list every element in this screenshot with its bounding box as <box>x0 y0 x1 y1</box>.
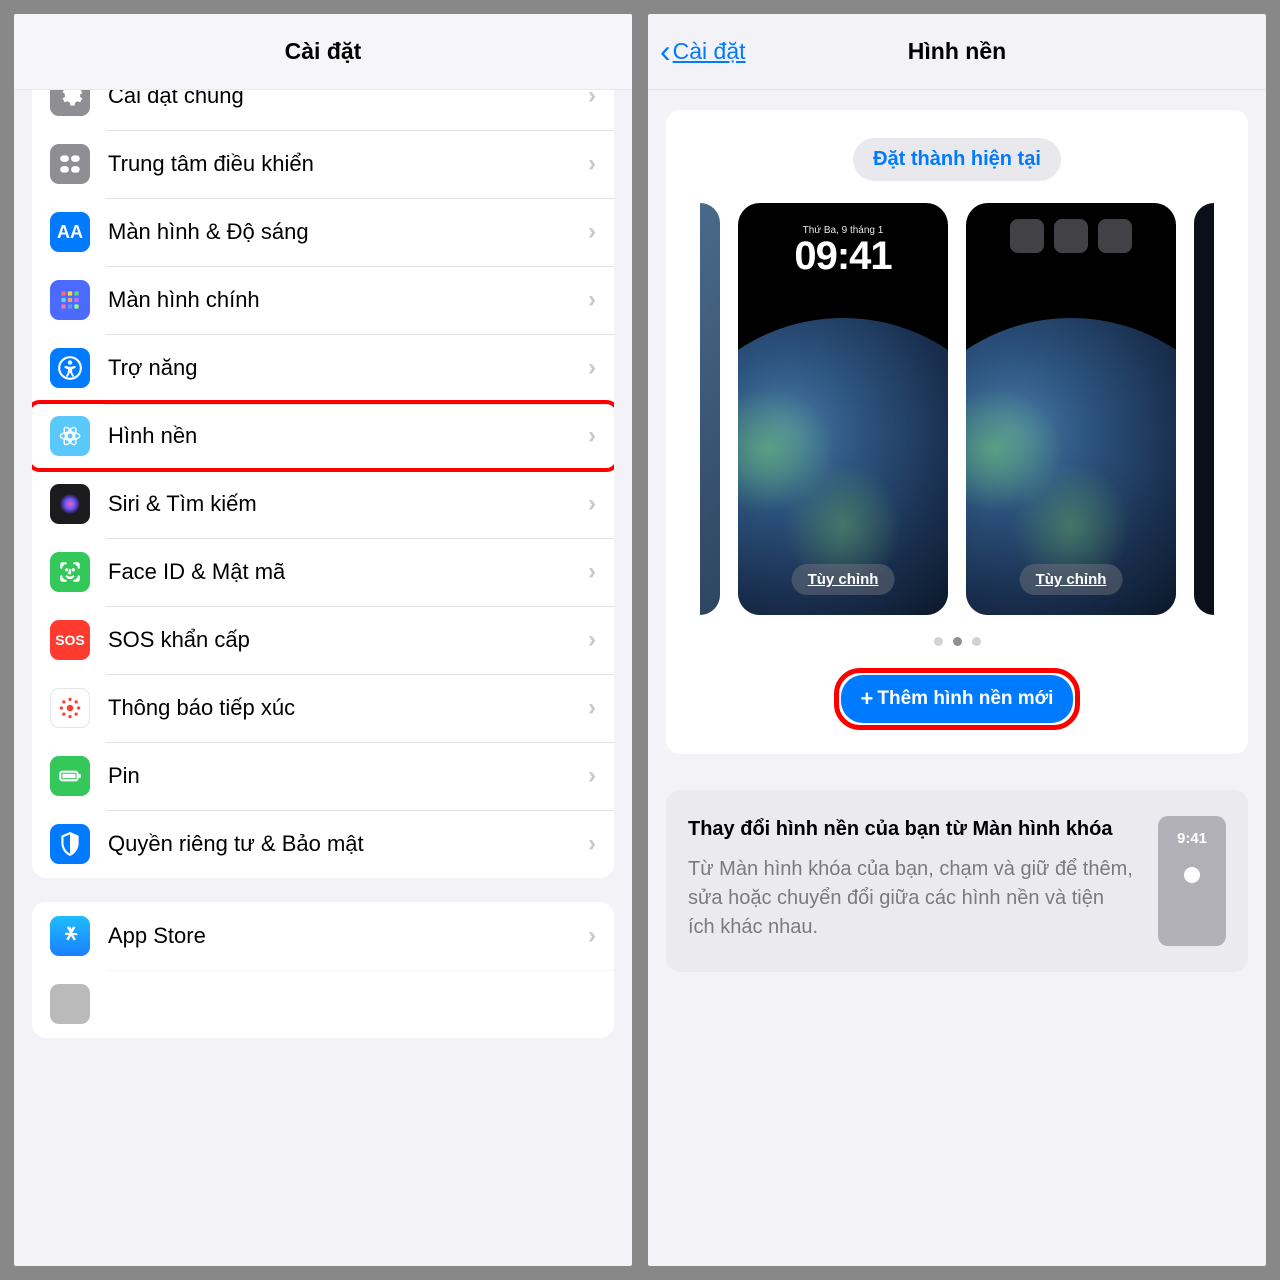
customize-lock-button[interactable]: Tùy chỉnh <box>792 564 895 595</box>
generic-icon <box>50 984 90 1024</box>
row-accessibility[interactable]: Trợ năng › <box>32 334 614 402</box>
chevron-right-icon: › <box>588 762 596 790</box>
chevron-right-icon: › <box>588 922 596 950</box>
dot <box>934 637 943 646</box>
app-icon-placeholder <box>1098 219 1132 253</box>
set-current-button[interactable]: Đặt thành hiện tại <box>853 138 1061 181</box>
chevron-right-icon: › <box>588 694 596 722</box>
add-wallpaper-label: Thêm hình nền mới <box>877 688 1053 710</box>
page-title: Cài đặt <box>285 38 362 65</box>
thumb-indicator-icon <box>1184 867 1200 883</box>
plus-icon: + <box>861 686 874 712</box>
wallpaper-preview-card: Đặt thành hiện tại Thứ Ba, 9 tháng 1 09:… <box>666 110 1248 754</box>
home-icon-row <box>1010 219 1132 253</box>
row-privacy[interactable]: Quyền riêng tư & Bảo mật › <box>32 810 614 878</box>
customize-home-button[interactable]: Tùy chỉnh <box>1020 564 1123 595</box>
settings-panel: Thời gian sử dụng › Cài đặt chung › Trun… <box>14 14 632 1266</box>
chevron-left-icon: ‹ <box>660 33 671 70</box>
row-label: SOS khẩn cấp <box>108 627 588 653</box>
add-wallpaper-button[interactable]: + Thêm hình nền mới <box>841 675 1074 723</box>
row-exposure[interactable]: Thông báo tiếp xúc › <box>32 674 614 742</box>
row-next[interactable] <box>32 970 614 1038</box>
row-home-screen[interactable]: Màn hình chính › <box>32 266 614 334</box>
chevron-right-icon: › <box>588 830 596 858</box>
privacy-icon <box>50 824 90 864</box>
control-center-icon <box>50 144 90 184</box>
carousel-prev-peek[interactable] <box>700 203 720 615</box>
wallpaper-icon <box>50 416 90 456</box>
chevron-right-icon: › <box>588 422 596 450</box>
info-title: Thay đổi hình nền của bạn từ Màn hình kh… <box>688 816 1136 843</box>
row-sos[interactable]: SOS SOS khẩn cấp › <box>32 606 614 674</box>
row-label: Màn hình chính <box>108 287 588 313</box>
row-siri[interactable]: Siri & Tìm kiếm › <box>32 470 614 538</box>
app-store-icon <box>50 916 90 956</box>
row-label: Quyền riêng tư & Bảo mật <box>108 831 588 857</box>
row-label: Thông báo tiếp xúc <box>108 695 588 721</box>
lock-time: 09:41 <box>794 236 891 276</box>
row-app-store[interactable]: App Store › <box>32 902 614 970</box>
row-label: Trợ năng <box>108 355 588 381</box>
add-wallpaper-highlight: + Thêm hình nền mới <box>834 668 1081 730</box>
back-label: Cài đặt <box>673 38 746 65</box>
faceid-icon <box>50 552 90 592</box>
row-label: Siri & Tìm kiếm <box>108 491 588 517</box>
display-icon: AA <box>50 212 90 252</box>
thumb-time: 9:41 <box>1177 830 1207 847</box>
siri-icon <box>50 484 90 524</box>
dot-active <box>953 637 962 646</box>
info-description: Từ Màn hình khóa của bạn, chạm và giữ để… <box>688 855 1136 942</box>
app-icon-placeholder <box>1010 219 1044 253</box>
row-display[interactable]: AA Màn hình & Độ sáng › <box>32 198 614 266</box>
row-battery[interactable]: Pin › <box>32 742 614 810</box>
chevron-right-icon: › <box>588 490 596 518</box>
info-thumbnail: 9:41 <box>1158 816 1226 946</box>
row-label: Pin <box>108 763 588 789</box>
row-label: App Store <box>108 923 588 949</box>
row-label: Trung tâm điều khiển <box>108 151 588 177</box>
sos-icon: SOS <box>50 620 90 660</box>
chevron-right-icon: › <box>588 626 596 654</box>
page-indicator <box>680 637 1234 646</box>
app-icon-placeholder <box>1054 219 1088 253</box>
row-label: Face ID & Mật mã <box>108 559 588 585</box>
row-control-center[interactable]: Trung tâm điều khiển › <box>32 130 614 198</box>
accessibility-icon <box>50 348 90 388</box>
home-screen-icon <box>50 280 90 320</box>
lock-screen-preview[interactable]: Thứ Ba, 9 tháng 1 09:41 Tùy chỉnh <box>738 203 948 615</box>
dot <box>972 637 981 646</box>
wallpaper-carousel[interactable]: Thứ Ba, 9 tháng 1 09:41 Tùy chỉnh Tùy ch… <box>680 203 1234 615</box>
wallpaper-panel: ‹ Cài đặt Hình nền Đặt thành hiện tại Th… <box>648 14 1266 1266</box>
chevron-right-icon: › <box>588 150 596 178</box>
chevron-right-icon: › <box>588 286 596 314</box>
battery-icon <box>50 756 90 796</box>
row-faceid[interactable]: Face ID & Mật mã › <box>32 538 614 606</box>
chevron-right-icon: › <box>588 558 596 586</box>
home-screen-preview[interactable]: Tùy chỉnh <box>966 203 1176 615</box>
back-button[interactable]: ‹ Cài đặt <box>660 33 746 70</box>
info-card: Thay đổi hình nền của bạn từ Màn hình kh… <box>666 790 1248 972</box>
exposure-icon <box>50 688 90 728</box>
chevron-right-icon: › <box>588 218 596 246</box>
row-label: Hình nền <box>108 423 588 449</box>
chevron-right-icon: › <box>588 354 596 382</box>
carousel-next-peek[interactable] <box>1194 203 1214 615</box>
row-wallpaper[interactable]: Hình nền › <box>32 400 614 472</box>
row-label: Màn hình & Độ sáng <box>108 219 588 245</box>
